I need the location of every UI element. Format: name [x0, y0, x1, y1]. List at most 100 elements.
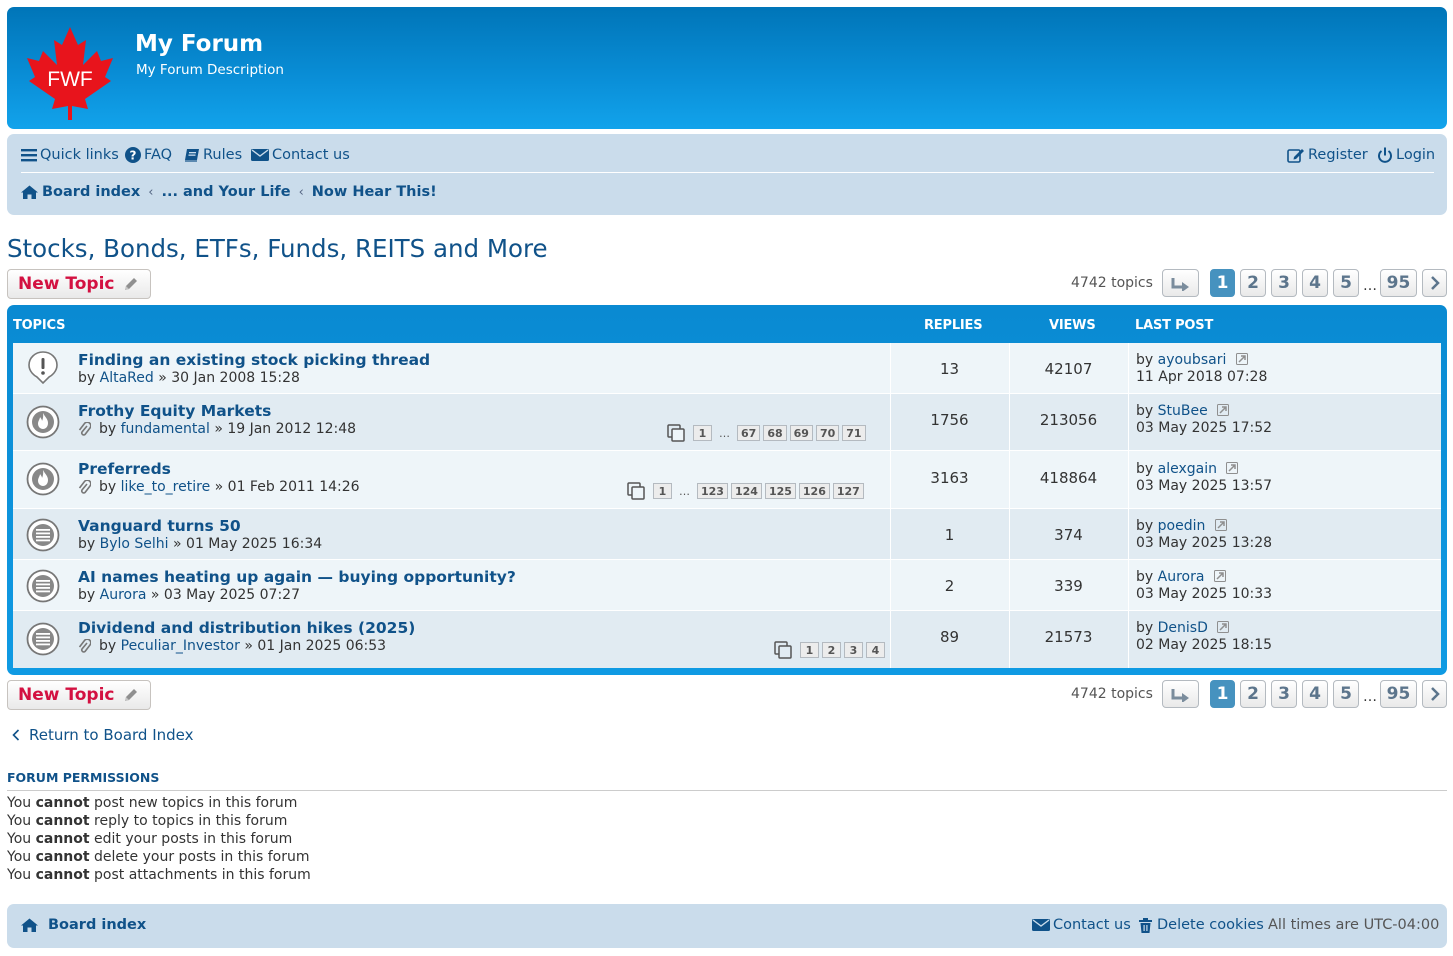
topic-page-link[interactable]: 68	[763, 425, 787, 441]
home-icon	[21, 918, 38, 932]
view-count: 213056	[1039, 411, 1098, 429]
rules-link[interactable]: Rules	[184, 147, 242, 163]
page-5-button-bottom[interactable]: 5	[1333, 680, 1359, 708]
topic-title-link[interactable]: Frothy Equity Markets	[78, 402, 271, 420]
topic-read-icon	[26, 518, 60, 552]
topic-meta: by Bylo Selhi » 01 May 2025 16:34	[78, 536, 323, 552]
return-to-board-index-link[interactable]: Return to Board Index	[12, 726, 194, 744]
topic-page-link[interactable]: 2	[822, 642, 841, 658]
breadcrumb-board-index[interactable]: Board index	[42, 184, 140, 200]
last-post-user-link[interactable]: Aurora	[1158, 569, 1205, 585]
topic-author-link[interactable]: Aurora	[100, 587, 147, 603]
view-latest-post-icon[interactable]	[1217, 404, 1230, 416]
view-latest-post-icon[interactable]	[1217, 621, 1230, 633]
breadcrumb-separator: ‹	[298, 184, 304, 200]
topic-title-link[interactable]: Finding an existing stock picking thread	[78, 351, 430, 369]
topic-count: 4742 topics	[1071, 275, 1153, 291]
last-post-info: by alexgain 03 May 2025 13:57	[1136, 461, 1273, 494]
page-3-button-bottom[interactable]: 3	[1271, 680, 1297, 708]
page-last-button-bottom[interactable]: 95	[1380, 680, 1417, 708]
login-link[interactable]: Login	[1377, 147, 1435, 163]
topic-author-link[interactable]: Peculiar_Investor	[121, 638, 240, 654]
edit-icon	[1287, 149, 1304, 163]
faq-label: FAQ	[144, 147, 173, 163]
page-last-button[interactable]: 95	[1380, 269, 1417, 297]
topic-author-link[interactable]: Bylo Selhi	[100, 536, 169, 552]
topic-row: Vanguard turns 50 by Bylo Selhi » 01 May…	[13, 509, 1441, 560]
pencil-icon	[125, 278, 138, 290]
view-latest-post-icon[interactable]	[1235, 353, 1248, 365]
envelope-icon	[1032, 919, 1050, 931]
next-page-button[interactable]	[1422, 269, 1447, 297]
new-topic-button-bottom[interactable]: New Topic	[7, 680, 151, 710]
permission-line: You cannot post new topics in this forum	[7, 795, 298, 811]
quick-links-menu[interactable]: Quick links	[21, 147, 119, 163]
topic-page-link[interactable]: 1	[653, 483, 672, 499]
last-post-user-link[interactable]: StuBee	[1158, 403, 1208, 419]
topic-page-link[interactable]: 71	[842, 425, 866, 441]
delete-cookies-link[interactable]: Delete cookies	[1139, 917, 1264, 933]
site-title[interactable]: My Forum	[135, 31, 263, 57]
jump-to-page-button-bottom[interactable]	[1162, 680, 1199, 708]
footer-contact-label: Contact us	[1053, 917, 1131, 933]
topic-title-link[interactable]: Vanguard turns 50	[78, 517, 241, 535]
maple-leaf-logo[interactable]: FWF	[25, 25, 115, 120]
topic-title-link[interactable]: Dividend and distribution hikes (2025)	[78, 619, 415, 637]
topic-page-link[interactable]: 123	[697, 483, 728, 499]
page-3-button[interactable]: 3	[1271, 269, 1297, 297]
breadcrumb-and-your-life[interactable]: ... and Your Life	[161, 184, 290, 200]
page-2-button[interactable]: 2	[1240, 269, 1266, 297]
forum-title[interactable]: Stocks, Bonds, ETFs, Funds, REITS and Mo…	[7, 234, 548, 263]
contact-link[interactable]: Contact us	[251, 147, 350, 163]
last-post-user-link[interactable]: ayoubsari	[1158, 352, 1227, 368]
topic-page-link[interactable]: 1	[693, 425, 712, 441]
footer-board-index-link[interactable]: Board index	[21, 917, 146, 933]
jump-to-page-button[interactable]	[1162, 269, 1199, 297]
topic-page-link[interactable]: 125	[764, 483, 796, 499]
topic-title-link[interactable]: AI names heating up again — buying oppor…	[78, 568, 516, 586]
page-2-button-bottom[interactable]: 2	[1240, 680, 1266, 708]
register-link[interactable]: Register	[1287, 147, 1368, 163]
topic-page-link[interactable]: 126	[798, 483, 830, 499]
new-topic-button[interactable]: New Topic	[7, 269, 151, 299]
topic-page-link[interactable]: 1	[800, 642, 819, 658]
last-post-info: by poedin 03 May 2025 13:28	[1136, 518, 1273, 551]
last-post-user-link[interactable]: poedin	[1158, 518, 1206, 534]
nav-links: Quick links ? FAQ Rules Contact us Regis…	[21, 143, 1435, 173]
view-latest-post-icon[interactable]	[1226, 462, 1239, 474]
pagination-ellipsis: …	[1363, 278, 1377, 294]
new-topic-label: New Topic	[18, 685, 115, 705]
topic-page-link[interactable]: 4	[866, 642, 885, 658]
page-5-button[interactable]: 5	[1333, 269, 1359, 297]
topic-row: Preferreds by like_to_retire » 01 Feb 20…	[13, 451, 1441, 509]
topic-author-link[interactable]: AltaRed	[100, 370, 154, 386]
page-1-button[interactable]: 1	[1210, 269, 1235, 297]
topic-meta: by Peculiar_Investor » 01 Jan 2025 06:53	[78, 638, 386, 654]
view-latest-post-icon[interactable]	[1214, 519, 1227, 531]
faq-link[interactable]: ? FAQ	[125, 147, 172, 163]
topic-read-icon	[26, 622, 60, 656]
level-down-icon	[1171, 689, 1189, 702]
footer-contact-link[interactable]: Contact us	[1032, 917, 1131, 933]
last-post-user-link[interactable]: alexgain	[1158, 461, 1217, 477]
column-header-replies: REPLIES	[924, 318, 983, 333]
topic-author-link[interactable]: like_to_retire	[121, 479, 211, 495]
page-4-button[interactable]: 4	[1302, 269, 1328, 297]
topic-read-icon	[26, 569, 60, 603]
page-1-button-bottom[interactable]: 1	[1210, 680, 1235, 708]
last-post-info: by DenisD 02 May 2025 18:15	[1136, 620, 1273, 653]
topic-title-link[interactable]: Preferreds	[78, 460, 171, 478]
topic-author-link[interactable]: fundamental	[121, 421, 210, 437]
topic-page-link[interactable]: 70	[815, 425, 840, 441]
topic-page-link[interactable]: 3	[844, 642, 863, 658]
view-latest-post-icon[interactable]	[1213, 570, 1226, 582]
topic-page-link[interactable]: 69	[789, 425, 813, 441]
page-4-button-bottom[interactable]: 4	[1302, 680, 1328, 708]
breadcrumb-now-hear-this[interactable]: Now Hear This!	[312, 184, 437, 200]
next-page-button-bottom[interactable]	[1422, 680, 1447, 708]
last-post-user-link[interactable]: DenisD	[1158, 620, 1208, 636]
timezone-info: All times are UTC-04:00	[1268, 917, 1440, 933]
topic-page-link[interactable]: 127	[832, 483, 864, 499]
topic-page-link[interactable]: 124	[730, 483, 762, 499]
topic-page-link[interactable]: 67	[737, 425, 761, 441]
